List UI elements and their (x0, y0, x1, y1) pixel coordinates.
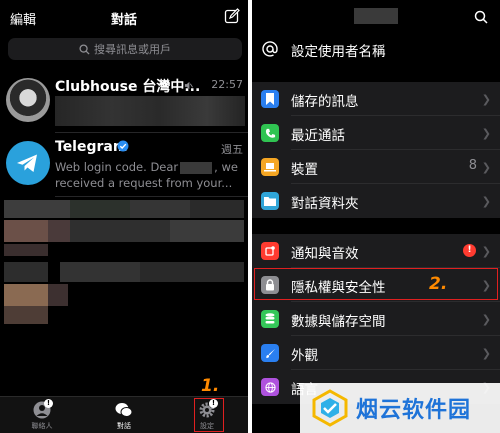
tab-label: 對話 (117, 422, 131, 430)
blurred-preview (55, 96, 245, 126)
devices-count: 8 (468, 158, 477, 173)
chevron-right-icon: ❯ (481, 347, 491, 360)
chevron-right-icon: ❯ (481, 161, 491, 174)
row-recent-calls[interactable]: 最近通話 ❯ (252, 116, 500, 150)
telegram-icon (17, 154, 37, 172)
at-sign-icon (262, 41, 278, 57)
group-gap (252, 218, 500, 234)
verified-icon (117, 140, 129, 152)
telegram-avatar (6, 141, 50, 185)
chevron-right-icon: ❯ (481, 195, 491, 208)
tab-chats[interactable]: 對話 (104, 401, 144, 431)
watermark-logo (312, 389, 348, 427)
row-notifications[interactable]: 通知與音效 ! ❯ (252, 234, 500, 268)
search-icon[interactable] (474, 10, 488, 24)
chevron-right-icon: ❯ (481, 245, 491, 258)
chat-item-clubhouse[interactable]: Clubhouse 台灣中... 22:57 (0, 70, 248, 132)
chevron-right-icon: ❯ (481, 93, 491, 106)
chats-header: 編輯 對話 (0, 0, 248, 36)
row-label: 外觀 (291, 348, 318, 364)
avatar (6, 78, 50, 122)
row-label: 通知與音效 (291, 246, 359, 262)
settings-highlight-box (194, 398, 224, 432)
laptop-icon (261, 158, 279, 176)
bell-icon (261, 242, 279, 260)
mute-icon (184, 81, 193, 90)
chat-preview: Web login code. Dear, we received a requ… (55, 160, 238, 190)
row-label: 對話資料夾 (291, 196, 359, 212)
chevron-right-icon: ❯ (481, 127, 491, 140)
folder-icon (261, 192, 279, 210)
row-devices[interactable]: 裝置 8 ❯ (252, 150, 500, 184)
row-appearance[interactable]: 外觀 ❯ (252, 336, 500, 370)
row-saved-messages[interactable]: 儲存的訊息 ❯ (252, 82, 500, 116)
page-title: 對話 (110, 13, 137, 28)
step-2-label: 2. (429, 274, 448, 294)
row-chat-folders[interactable]: 對話資料夾 ❯ (252, 184, 500, 218)
chat-time: 週五 (221, 143, 243, 156)
settings-header (252, 0, 500, 36)
brush-icon (261, 344, 279, 362)
search-input[interactable]: 搜尋訊息或用戶 (8, 38, 242, 60)
divider (55, 196, 248, 197)
database-icon (261, 310, 279, 328)
phone-icon (261, 124, 279, 142)
chevron-right-icon: ❯ (481, 313, 491, 326)
tab-contacts[interactable]: ! 聯絡人 (22, 399, 62, 431)
step-1-label: 1. (201, 376, 220, 396)
bookmark-icon (261, 90, 279, 108)
row-label: 數據與儲存空間 (291, 314, 386, 330)
set-username-label: 設定使用者名稱 (291, 44, 386, 60)
row-data-storage[interactable]: 數據與儲存空間 ❯ (252, 302, 500, 336)
row-label: 儲存的訊息 (291, 94, 359, 110)
watermark: 烟云软件园 (300, 383, 500, 433)
watermark-text: 烟云软件园 (356, 398, 472, 423)
contacts-badge: ! (44, 399, 53, 408)
globe-icon (261, 378, 279, 396)
privacy-highlight-box (254, 268, 498, 300)
alert-badge: ! (463, 244, 476, 257)
search-placeholder: 搜尋訊息或用戶 (94, 43, 171, 56)
chat-time: 22:57 (211, 78, 243, 91)
search-icon (79, 43, 90, 55)
tab-label: 聯絡人 (31, 422, 53, 430)
blurred-profile-name (354, 8, 398, 24)
row-label: 最近通話 (291, 128, 345, 144)
chats-screen: 編輯 對話 搜尋訊息或用戶 Clubhouse 台灣中... 22:57 Tel… (0, 0, 248, 433)
row-label: 裝置 (291, 162, 318, 178)
chat-bubbles-icon (115, 403, 133, 417)
compose-icon[interactable] (224, 8, 240, 24)
chat-name: Clubhouse 台灣中... (55, 79, 201, 95)
settings-screen: 設定使用者名稱 儲存的訊息 ❯ 最近通話 ❯ 裝置 8 ❯ 對話資料夾 ❯ 通知… (252, 0, 500, 433)
set-username-row[interactable]: 設定使用者名稱 (252, 32, 500, 66)
group-gap (252, 66, 500, 82)
chat-item-telegram[interactable]: Telegram 週五 Web login code. Dear, we rec… (0, 133, 248, 195)
